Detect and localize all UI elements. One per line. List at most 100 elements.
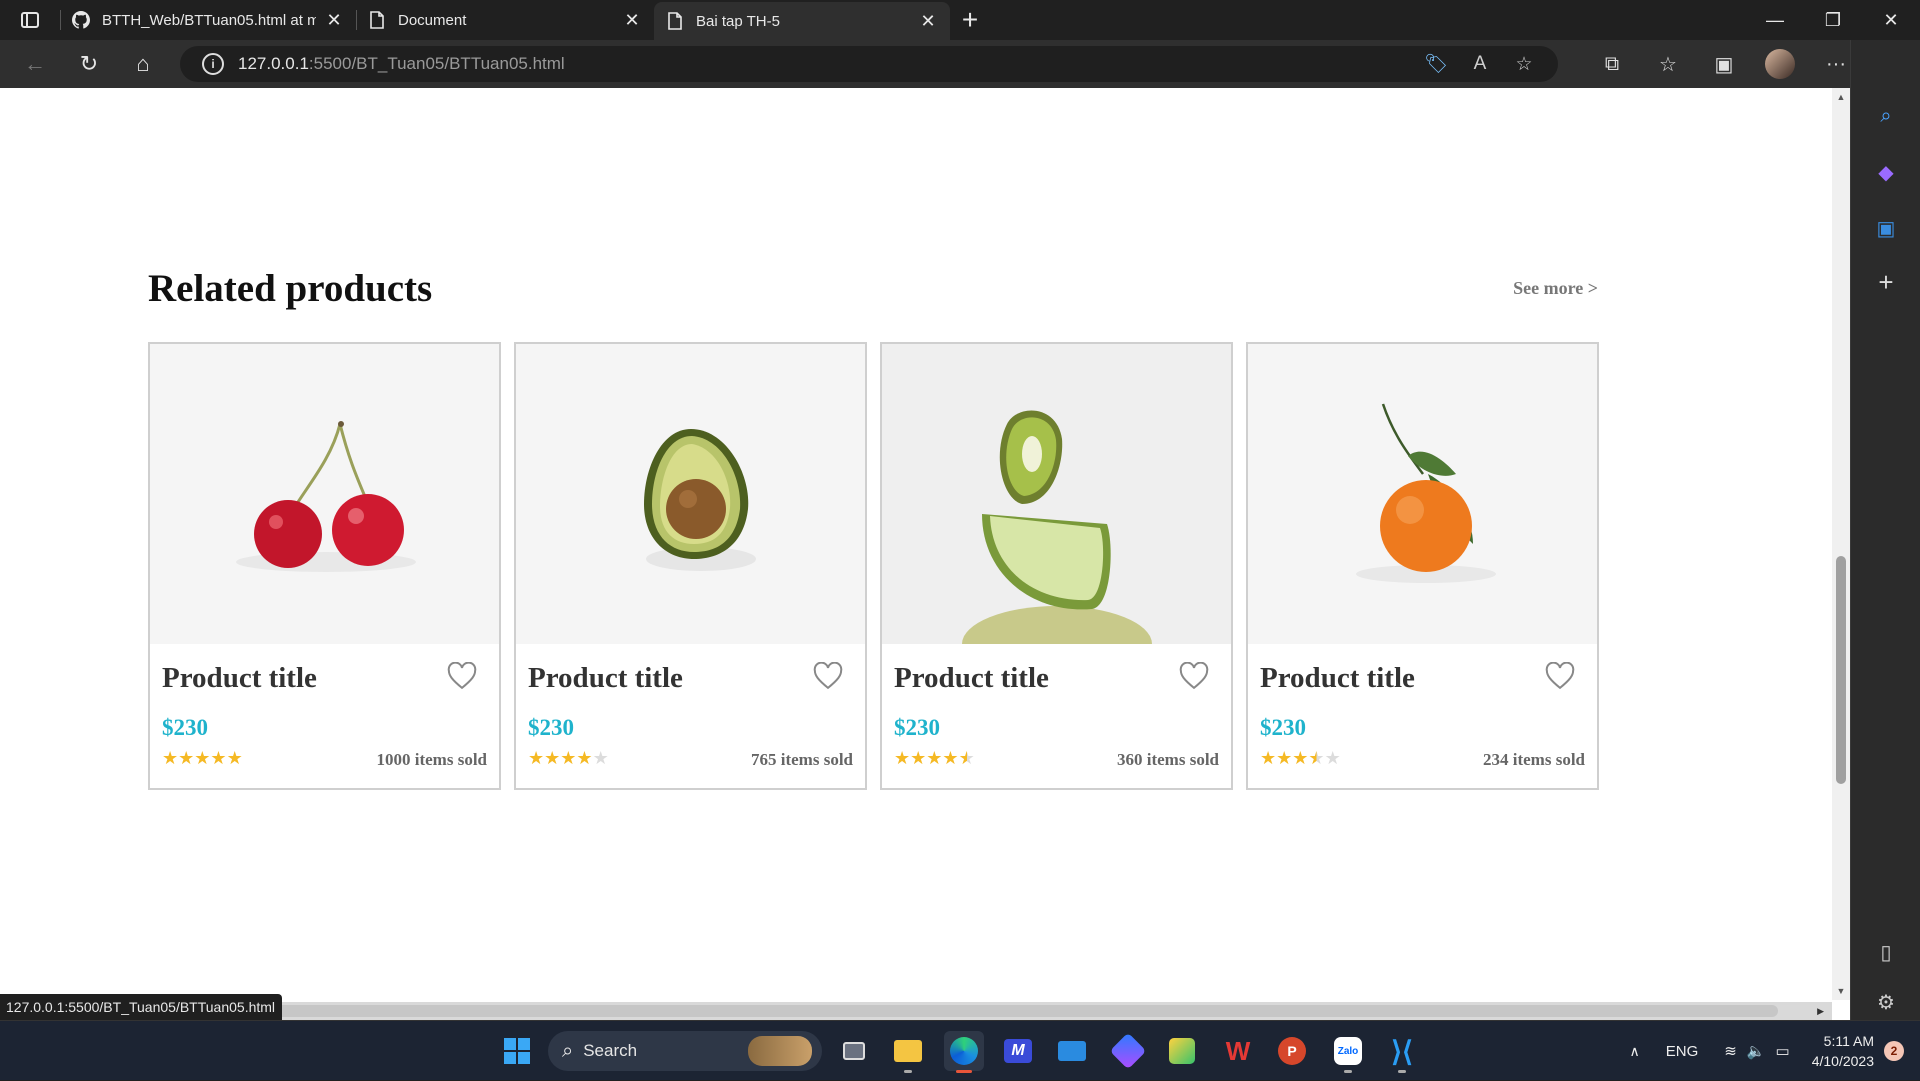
rating-stars: ★ ★ ★ ★ ★ xyxy=(894,748,975,768)
show-hidden-icons-icon[interactable]: ∧ xyxy=(1629,1043,1639,1060)
outlook-icon[interactable]: ▣ xyxy=(1851,206,1920,250)
section-title: Related products xyxy=(148,267,433,310)
heart-icon[interactable] xyxy=(1545,661,1575,690)
minimize-button[interactable]: — xyxy=(1746,0,1804,40)
wps-office-icon[interactable]: W xyxy=(1218,1031,1258,1071)
scroll-down-arrow-icon[interactable]: ▼ xyxy=(1832,982,1850,1000)
status-bar-url: 127.0.0.1:5500/BT_Tuan05/BTTuan05.html xyxy=(0,994,283,1020)
tab-github[interactable]: BTTH_Web/BTTuan05.html at ma ✕ xyxy=(60,0,356,40)
home-button[interactable]: ⌂ xyxy=(116,40,170,88)
hide-sidebar-icon[interactable]: ▯ xyxy=(1851,930,1920,974)
product-image-tangerine xyxy=(1248,344,1597,644)
see-more-link[interactable]: See more > xyxy=(1513,278,1598,299)
zalo-icon[interactable]: Zalo xyxy=(1328,1031,1368,1073)
search-icon: ⌕ xyxy=(562,1039,574,1062)
taskbar-search[interactable]: ⌕ Search xyxy=(548,1031,822,1071)
page-viewport: Related products See more > Product titl… xyxy=(0,88,1850,1020)
product-card[interactable]: Product title $230 ★ ★ ★ ★ ★ 765 items s… xyxy=(514,342,867,790)
close-tab-icon[interactable]: ✕ xyxy=(622,10,642,30)
windows-taskbar: ⌕ Search M W P Zalo ⟩⟨ ∧ ENG ≋ 🔈 ▭ 5:11 … xyxy=(0,1020,1920,1080)
star-icon: ★ xyxy=(528,748,545,768)
star-icon: ★ xyxy=(162,748,179,768)
close-window-button[interactable]: ✕ xyxy=(1862,0,1920,40)
notification-badge[interactable]: 2 xyxy=(1884,1041,1904,1061)
page-icon xyxy=(666,12,684,30)
favorites-icon[interactable]: ☆ xyxy=(1640,40,1696,88)
vscode-icon[interactable]: ⟩⟨ xyxy=(1382,1031,1422,1073)
site-info-icon[interactable]: i xyxy=(202,53,224,75)
language-indicator[interactable]: ENG xyxy=(1666,1043,1699,1060)
restore-button[interactable]: ❐ xyxy=(1804,0,1862,40)
heart-icon[interactable] xyxy=(447,661,477,690)
read-aloud-icon[interactable]: A xyxy=(1458,53,1502,75)
product-image-kiwi-lime xyxy=(882,344,1231,644)
extensions-icon[interactable]: ⧉ xyxy=(1584,40,1640,88)
heart-icon[interactable] xyxy=(1179,661,1209,690)
volume-icon[interactable]: 🔈 xyxy=(1747,1042,1766,1060)
address-bar-actions: 🏷 A ☆ xyxy=(1414,46,1546,82)
task-view-icon[interactable] xyxy=(834,1031,874,1071)
star-icon: ★ xyxy=(592,748,609,768)
edge-browser-icon[interactable] xyxy=(944,1031,984,1073)
file-explorer-icon[interactable] xyxy=(888,1031,928,1073)
star-icon: ★ xyxy=(210,748,227,768)
powerpoint-icon[interactable]: P xyxy=(1272,1031,1312,1071)
product-card[interactable]: Product title $230 ★ ★ ★ ★ ★ 1000 items … xyxy=(148,342,501,790)
tab-title: BTTH_Web/BTTuan05.html at ma xyxy=(102,11,316,29)
star-icon: ★ xyxy=(576,748,593,768)
related-products-header: Related products See more > xyxy=(148,266,1598,316)
search-highlight-image xyxy=(748,1036,812,1066)
rating-stars: ★ ★ ★ ★ ★ xyxy=(162,748,243,768)
add-favorite-icon[interactable]: ☆ xyxy=(1502,53,1546,76)
clock[interactable]: 5:11 AM 4/10/2023 xyxy=(1812,1031,1874,1071)
items-sold: 234 items sold xyxy=(1483,750,1585,769)
address-bar[interactable]: i 127.0.0.1:5500/BT_Tuan05/BTTuan05.html… xyxy=(180,46,1558,82)
battery-icon[interactable]: ▭ xyxy=(1776,1042,1790,1060)
items-sold: 765 items sold xyxy=(751,750,853,769)
profile-avatar[interactable] xyxy=(1765,49,1795,79)
product-price: $230 xyxy=(162,715,208,740)
tab-title: Bai tap TH-5 xyxy=(696,12,780,30)
product-title: Product title xyxy=(894,662,1049,694)
star-icon: ★ xyxy=(560,748,577,768)
product-grid: Product title $230 ★ ★ ★ ★ ★ 1000 items … xyxy=(148,342,1600,790)
close-tab-icon[interactable]: ✕ xyxy=(918,11,938,31)
collections-icon[interactable]: ▣ xyxy=(1696,40,1752,88)
copilot-app-icon[interactable] xyxy=(1108,1031,1148,1071)
app-icon-m[interactable]: M xyxy=(998,1031,1038,1071)
star-icon: ★ xyxy=(1260,748,1277,768)
close-tab-icon[interactable]: ✕ xyxy=(324,10,344,30)
star-icon: ★ xyxy=(178,748,195,768)
product-card[interactable]: Product title $230 ★ ★ ★ ★ ★ 234 items s… xyxy=(1246,342,1599,790)
wifi-icon[interactable]: ≋ xyxy=(1724,1042,1737,1060)
new-tab-button[interactable]: + xyxy=(950,0,990,40)
search-icon[interactable]: ⌕ xyxy=(1851,94,1920,138)
coupon-tag-icon[interactable]: 🏷 xyxy=(1414,52,1458,76)
product-card[interactable]: Product title $230 ★ ★ ★ ★ ★ 360 items s… xyxy=(880,342,1233,790)
rating-stars: ★ ★ ★ ★ ★ xyxy=(528,748,609,768)
tab-actions-icon xyxy=(21,12,39,28)
snipping-tool-icon[interactable] xyxy=(1162,1031,1202,1071)
heart-icon[interactable] xyxy=(813,661,843,690)
tab-actions-button[interactable] xyxy=(0,0,60,40)
star-icon: ★ xyxy=(194,748,211,768)
tab-document[interactable]: Document ✕ xyxy=(356,0,654,40)
system-tray: ∧ ENG ≋ 🔈 ▭ 5:11 AM 4/10/2023 2 xyxy=(1629,1021,1920,1081)
star-icon: ★ xyxy=(910,748,927,768)
back-button[interactable]: ← xyxy=(8,40,62,88)
scroll-thumb[interactable] xyxy=(1836,556,1846,784)
add-sidebar-app-icon[interactable]: + xyxy=(1851,260,1920,304)
start-button[interactable] xyxy=(497,1031,537,1071)
clock-time: 5:11 AM xyxy=(1823,1033,1874,1049)
vertical-scrollbar[interactable]: ▲ ▼ xyxy=(1832,88,1850,1000)
star-icon: ★ xyxy=(544,748,561,768)
scroll-up-arrow-icon[interactable]: ▲ xyxy=(1832,88,1850,106)
mail-icon[interactable] xyxy=(1052,1031,1092,1071)
copilot-icon[interactable]: ◆ xyxy=(1851,150,1920,194)
scroll-right-arrow-icon[interactable]: ▶ xyxy=(1817,1002,1824,1020)
rating-stars: ★ ★ ★ ★ ★ xyxy=(1260,748,1341,768)
refresh-button[interactable]: ↻ xyxy=(62,40,116,88)
settings-icon[interactable]: ⚙ xyxy=(1851,980,1920,1024)
tab-bai-tap[interactable]: Bai tap TH-5 ✕ xyxy=(654,2,950,40)
star-icon: ★ xyxy=(926,748,943,768)
